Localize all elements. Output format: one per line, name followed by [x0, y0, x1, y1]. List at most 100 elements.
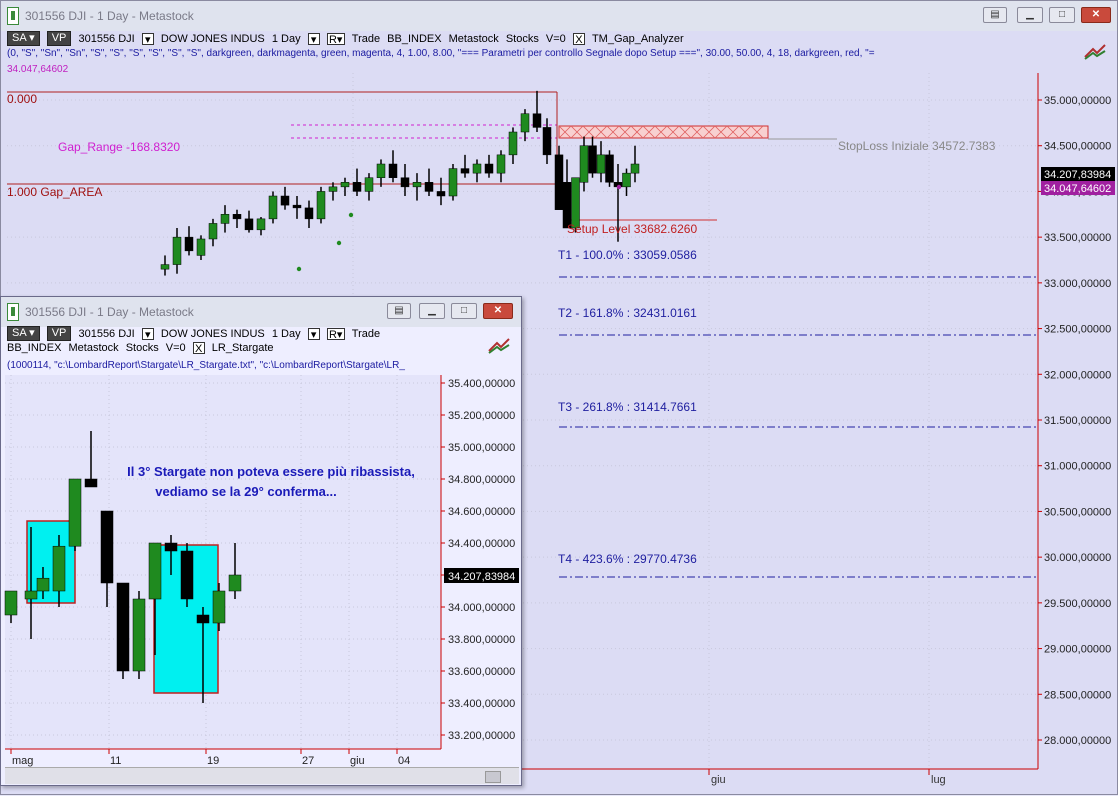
- y-tick-label: 32.000,00000: [1044, 369, 1111, 381]
- scrollbar-thumb[interactable]: [485, 771, 501, 783]
- fib-zero-label: 0.000: [7, 92, 37, 106]
- setup-level-label: Setup Level 33682.6260: [567, 222, 697, 236]
- target-2-label: T2 - 161.8% : 32431.0161: [558, 306, 697, 320]
- sub-trade-label[interactable]: Trade: [352, 328, 380, 340]
- y-tick-label: 34.500,00000: [1044, 141, 1111, 153]
- price-candle: [268, 195, 278, 220]
- y-tick-label: 33.600,00000: [448, 666, 515, 678]
- stargate-candle: [52, 545, 66, 592]
- target-4-label: T4 - 423.6% : 29770.4736: [558, 552, 697, 566]
- target-3-label: T3 - 261.8% : 31414.7661: [558, 400, 697, 414]
- price-candle: [292, 204, 302, 209]
- price-candle: [460, 168, 470, 174]
- price-candle: [376, 163, 386, 178]
- stargate-candle: [212, 590, 226, 624]
- price-candle: [352, 182, 362, 192]
- sub-restore-layout-button[interactable]: ▤: [387, 303, 411, 319]
- price-candle: [280, 195, 290, 206]
- target-1-label: T1 - 100.0% : 33059.0586: [558, 248, 697, 262]
- y-tick-label: 35.000,00000: [1044, 95, 1111, 107]
- stoploss-label: StopLoss Iniziale 34572.7383: [838, 139, 996, 153]
- y-tick-label: 32.500,00000: [1044, 324, 1111, 336]
- price-candle: [184, 236, 194, 252]
- y-tick-label: 35.400,00000: [448, 378, 515, 390]
- stargate-price-chart[interactable]: 35.400,00000 35.200,00000 35.000,00000 34.8…: [1, 375, 521, 785]
- y-tick-label: 28.000,00000: [1044, 735, 1111, 747]
- price-candle: [605, 154, 614, 183]
- price-candle: [496, 154, 506, 174]
- stargate-candle: [24, 590, 38, 600]
- indicator-price-tag: 34.047,64602: [1044, 183, 1111, 195]
- price-candle: [220, 214, 230, 224]
- y-tick-label: 34.400,00000: [448, 538, 515, 550]
- y-tick-label: 33.400,00000: [448, 698, 515, 710]
- price-candle: [244, 218, 254, 231]
- stargate-candle: [116, 582, 130, 672]
- stargate-candle: [68, 478, 82, 547]
- y-tick-label: 34.600,00000: [448, 506, 515, 518]
- price-candle: [208, 223, 218, 240]
- price-candle: [256, 218, 266, 231]
- sub-r-dropdown[interactable]: R▾: [326, 327, 345, 341]
- price-candle: [520, 113, 530, 133]
- y-tick-label: 30.000,00000: [1044, 552, 1111, 564]
- price-candle: [328, 186, 338, 192]
- sub-vp-button[interactable]: VP: [46, 326, 72, 341]
- sub-version-label: V=0: [165, 342, 186, 355]
- sub-sa-dropdown[interactable]: SA ▾: [7, 326, 40, 341]
- y-tick-label: 30.500,00000: [1044, 506, 1111, 518]
- sub-chart-arrows-icon[interactable]: [487, 337, 511, 355]
- price-candle: [554, 154, 564, 210]
- stargate-candle: [36, 577, 50, 592]
- stargate-candle: [180, 550, 194, 600]
- stargate-candle: [132, 598, 146, 672]
- y-tick-label: 29.500,00000: [1044, 598, 1111, 610]
- price-candle: [316, 191, 326, 220]
- y-tick-label: 29.000,00000: [1044, 644, 1111, 656]
- price-candle: [508, 131, 518, 156]
- sub-toolbar-row2: BB_INDEX Metastock Stocks V=0 X LR_Starg…: [7, 342, 278, 358]
- price-candle: [596, 154, 606, 174]
- metastock-app-icon: [7, 303, 19, 321]
- sub-symbol-label: 301556 DJI: [78, 327, 135, 340]
- price-candle: [472, 163, 482, 174]
- y-tick-label: 35.000,00000: [448, 442, 515, 454]
- sub-symbol-dropdown[interactable]: ▾: [141, 327, 154, 341]
- sub-titlebar[interactable]: 301556 DJI - 1 Day - Metastock ▤ ▁ □ ✕: [1, 297, 521, 327]
- price-candle: [448, 168, 458, 197]
- sub-window-title: 301556 DJI - 1 Day - Metastock: [25, 305, 194, 319]
- y-tick-label: 34.000,00000: [448, 602, 515, 614]
- sub-period-dropdown[interactable]: ▾: [307, 327, 320, 341]
- annotation-line-2: vediamo se la 29° conferma...: [155, 484, 337, 499]
- x-label-lug: lug: [931, 774, 946, 786]
- sub-minimize-button[interactable]: ▁: [419, 303, 445, 319]
- horizontal-scrollbar[interactable]: [5, 767, 519, 784]
- sub-indicator-name[interactable]: LR_Stargate: [212, 342, 274, 354]
- y-tick-label: 31.500,00000: [1044, 415, 1111, 427]
- y-tick-label: 34.800,00000: [448, 474, 515, 486]
- price-candle: [172, 236, 182, 265]
- signal-dot: [296, 266, 302, 272]
- price-candle: [588, 145, 597, 174]
- sub-close-button[interactable]: ✕: [483, 303, 513, 319]
- y-tick-label: 35.200,00000: [448, 410, 515, 422]
- y-tick-label: 33.500,00000: [1044, 232, 1111, 244]
- sub-period-label: 1 Day: [271, 327, 301, 340]
- sub-indicator-params: (1000114, "c:\LombardReport\Stargate\LR_…: [7, 360, 405, 371]
- stargate-candle: [148, 542, 162, 600]
- sub-security-name: DOW JONES INDUS: [160, 327, 265, 340]
- price-candle: [364, 177, 374, 192]
- sub-source-label-3: Stocks: [125, 342, 159, 355]
- signal-dot: [348, 212, 354, 218]
- y-tick-label: 33.200,00000: [448, 730, 515, 742]
- price-candle: [622, 172, 631, 188]
- sub-remove-indicator-button[interactable]: X: [192, 342, 205, 355]
- price-candle: [579, 145, 589, 183]
- price-candle: [436, 191, 446, 197]
- price-candle: [630, 163, 640, 174]
- sub-source-label: BB_INDEX: [7, 342, 62, 355]
- signal-dot: [336, 240, 342, 246]
- sub-maximize-button[interactable]: □: [451, 303, 477, 319]
- x-label-giu: giu: [711, 774, 726, 786]
- sub-toolbar-row1: SA ▾ VP 301556 DJI ▾ DOW JONES INDUS 1 D…: [7, 326, 384, 342]
